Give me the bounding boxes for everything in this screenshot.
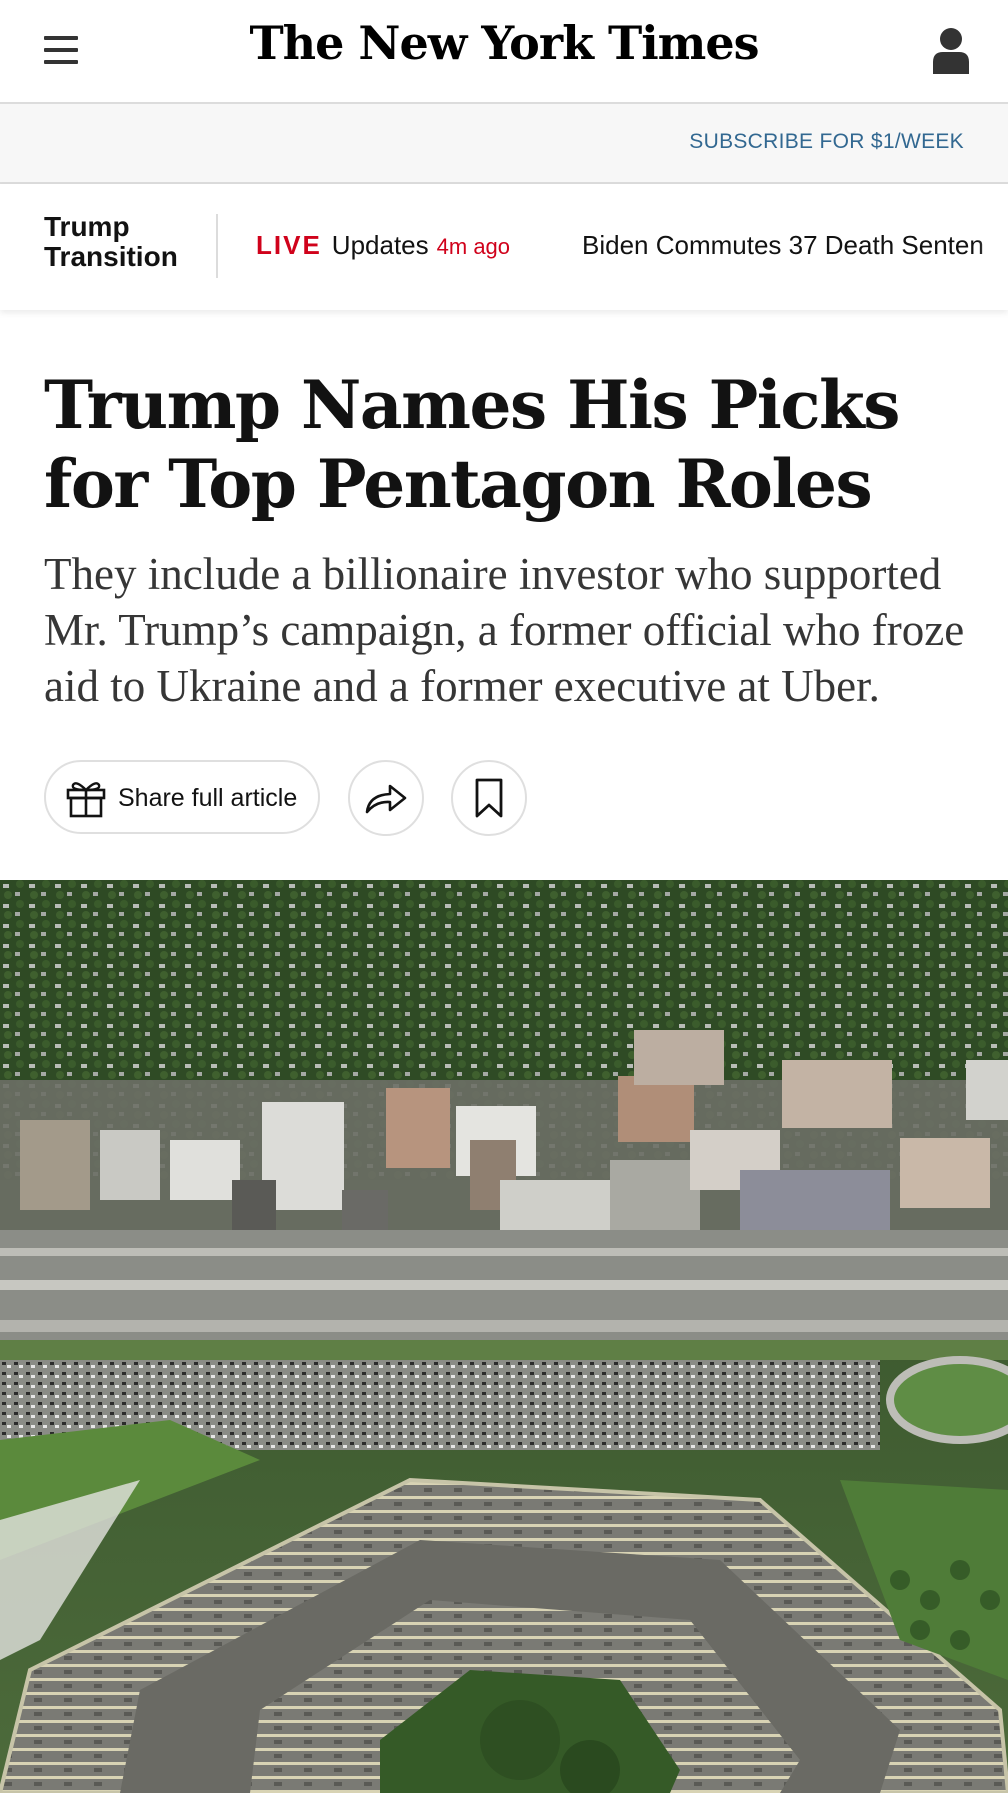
article-summary: They include a billionaire investor who … xyxy=(44,549,965,711)
save-article-button[interactable] xyxy=(451,760,527,836)
share-button-label: Share full article xyxy=(118,784,298,812)
pentagon-aerial-image xyxy=(0,880,1008,1793)
scroll-fade xyxy=(978,184,1008,310)
topic-divider xyxy=(216,214,218,278)
live-timestamp: 4m ago xyxy=(436,234,511,259)
topic-label-line1: Trump xyxy=(44,211,130,242)
nyt-logo[interactable]: The New York Times xyxy=(0,16,1008,70)
topic-bar: Trump Transition LIVE Updates 4m ago Biden… xyxy=(0,184,1008,310)
live-updates-label: Updates xyxy=(331,230,429,260)
live-tag: LIVE xyxy=(256,230,322,260)
masthead: The New York Times xyxy=(0,0,1008,104)
topic-label-line2: Transition xyxy=(44,241,178,272)
subscribe-link[interactable]: SUBSCRIBE FOR $1/WEEK xyxy=(689,130,964,154)
bookmark-icon xyxy=(475,778,503,818)
subscribe-band: SUBSCRIBE FOR $1/WEEK xyxy=(0,104,1008,184)
share-arrow-icon xyxy=(365,784,407,814)
article-headline: Trump Names His Picks for Top Pentagon R… xyxy=(44,366,900,523)
share-button[interactable] xyxy=(348,760,424,836)
article-lead-photo xyxy=(0,880,1008,1793)
gift-icon xyxy=(64,778,108,823)
user-account-icon[interactable] xyxy=(930,26,972,74)
related-story-link[interactable]: Biden Commutes 37 Death Senten xyxy=(582,230,984,261)
share-full-article-button[interactable]: Share full article xyxy=(44,760,320,834)
live-updates-link[interactable]: LIVE Updates 4m ago xyxy=(256,230,510,261)
topic-label[interactable]: Trump Transition xyxy=(44,212,194,272)
